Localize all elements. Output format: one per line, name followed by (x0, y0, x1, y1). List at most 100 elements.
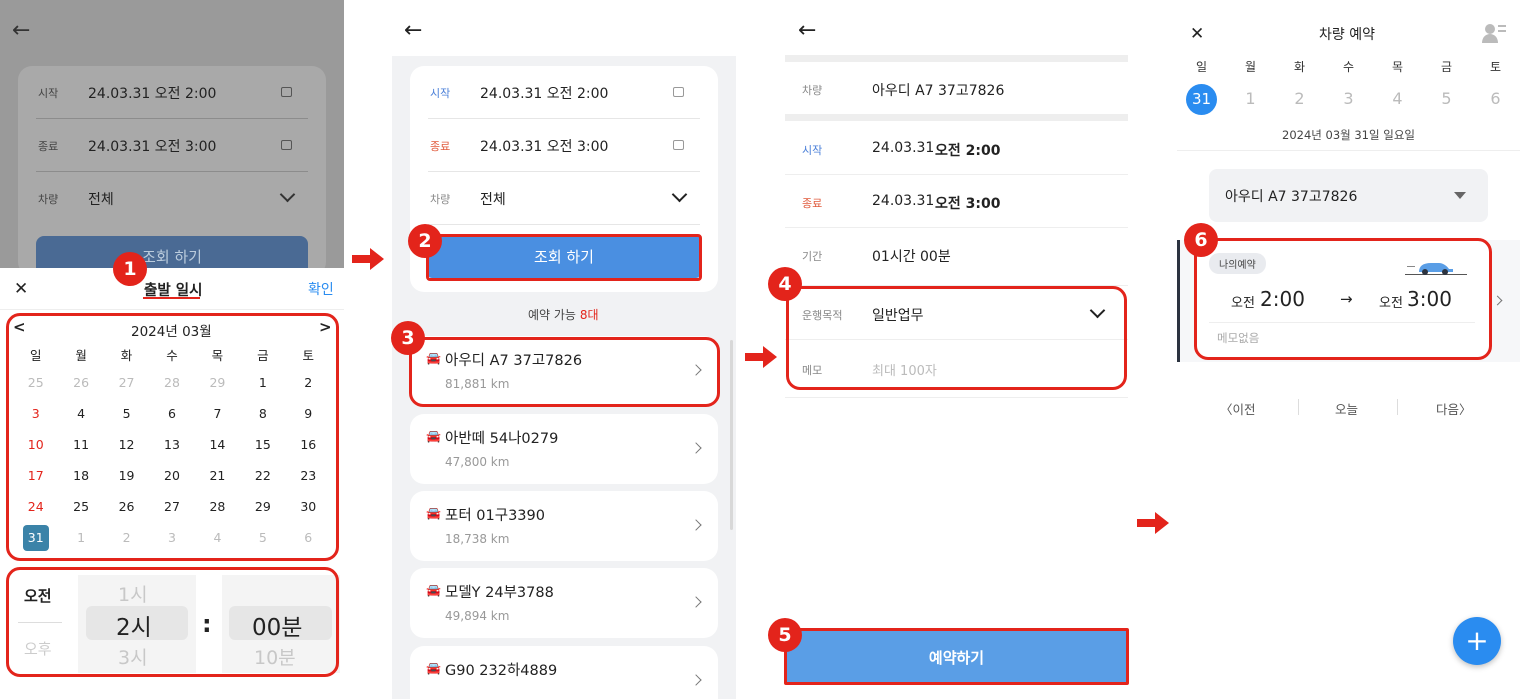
duration-value: 01시간 00분 (872, 249, 951, 265)
duration-label: 기간 (802, 250, 823, 263)
car-card[interactable]: 🚘 G90 232하4889 (410, 646, 718, 699)
chevron-right-icon: 〉 (1459, 402, 1472, 417)
flow-arrow-icon (1137, 512, 1169, 534)
weekday-label: 월 (1244, 60, 1257, 74)
divider (785, 174, 1128, 175)
title-underline (143, 297, 200, 299)
divider (1298, 399, 1299, 415)
highlight-purpose-memo (786, 286, 1127, 390)
highlight-reservation-card (1194, 238, 1492, 360)
chevron-left-icon: 〈 (1220, 402, 1233, 417)
divider (428, 118, 700, 119)
car-value: 아우디 A7 37고7826 (872, 83, 1005, 99)
highlight-search-button (426, 234, 702, 281)
panel-date-picker: ← 시작 24.03.31 오전 2:00 종료 24.03.31 오전 3:0… (0, 0, 344, 699)
week-date[interactable]: 4 (1373, 82, 1422, 115)
end-value[interactable]: 24.03.31 오전 3:00 (88, 136, 216, 156)
close-icon[interactable]: ✕ (1190, 24, 1204, 44)
search-button-label: 조회 하기 (142, 248, 202, 266)
weekday-label: 토 (1489, 60, 1502, 74)
calendar-icon[interactable] (673, 140, 684, 150)
confirm-button[interactable]: 확인 (308, 279, 334, 299)
page-title: 차량 예약 (1319, 27, 1375, 43)
next-button[interactable]: 다음〉 (1436, 399, 1472, 418)
start-value[interactable]: 24.03.31 오전 2:00 (480, 83, 608, 103)
weekday-label: 화 (1293, 60, 1306, 74)
car-label: 차량 (802, 84, 823, 97)
step-badge-4: 4 (768, 267, 802, 301)
today-button[interactable]: 오늘 (1335, 399, 1358, 418)
step-badge-1: 1 (113, 252, 147, 286)
week-date[interactable]: 5 (1422, 82, 1471, 115)
car-icon: 🚘 (426, 661, 441, 675)
car-name: 아반떼 54나0279 (445, 431, 559, 447)
weekday-label: 일 (1195, 60, 1208, 74)
divider (785, 227, 1128, 228)
end-date: 24.03.31 (872, 193, 935, 209)
car-icon: 🚘 (426, 506, 441, 520)
divider (36, 118, 308, 119)
person-list-icon[interactable] (1482, 22, 1506, 44)
calendar-icon[interactable] (281, 140, 292, 150)
start-date: 24.03.31 (872, 140, 935, 156)
week-date[interactable]: 31 (1177, 82, 1226, 115)
divider (36, 171, 308, 172)
chevron-right-icon (690, 596, 702, 608)
section-divider (785, 114, 1128, 121)
week-date[interactable]: 3 (1324, 82, 1373, 115)
week-date[interactable]: 6 (1471, 82, 1520, 115)
chevron-right-icon (690, 674, 702, 686)
end-label: 종료 (38, 140, 59, 153)
car-label: 차량 (38, 193, 59, 206)
selected-date: 31 (1186, 84, 1217, 115)
car-icon: 🚘 (426, 429, 441, 443)
calendar-icon[interactable] (281, 87, 292, 97)
start-time: 오전 2:00 (935, 143, 1001, 159)
week-date[interactable]: 1 (1226, 82, 1275, 115)
start-value[interactable]: 24.03.31 오전 2:00 (88, 83, 216, 103)
back-arrow-icon[interactable]: ← (798, 18, 816, 43)
highlight-reserve-button (784, 628, 1129, 685)
available-label: 예약 가능 (528, 308, 576, 322)
back-arrow-icon[interactable]: ← (404, 18, 422, 43)
end-value[interactable]: 24.03.31 오전 3:00 (480, 136, 608, 156)
close-icon[interactable]: ✕ (14, 279, 28, 299)
start-label: 시작 (38, 87, 59, 100)
car-km: 49,894 km (445, 609, 510, 623)
plus-icon: + (1465, 624, 1489, 657)
step-badge-3: 3 (391, 321, 425, 355)
car-value[interactable]: 전체 (88, 189, 114, 209)
end-label: 종료 (430, 140, 451, 153)
flow-arrow-icon (352, 248, 384, 270)
flow-arrow-icon (745, 346, 777, 368)
car-card[interactable]: 🚘 아반떼 54나0279 47,800 km (410, 414, 718, 484)
section-divider (785, 55, 1128, 62)
car-value[interactable]: 전체 (480, 189, 506, 209)
dropdown-triangle-icon (1454, 192, 1466, 199)
car-label: 차량 (430, 193, 451, 206)
prev-button[interactable]: 〈이전 (1220, 399, 1256, 418)
highlight-calendar (6, 313, 339, 561)
weekday-label: 목 (1391, 60, 1404, 74)
week-date[interactable]: 2 (1275, 82, 1324, 115)
start-label: 시작 (430, 87, 451, 100)
car-card[interactable]: 🚘 포터 01구3390 18,738 km (410, 491, 718, 561)
divider (1177, 150, 1520, 151)
weekday-label: 수 (1342, 60, 1355, 74)
end-time: 오전 3:00 (935, 196, 1001, 212)
start-label: 시작 (802, 144, 823, 157)
back-arrow-icon[interactable]: ← (12, 18, 30, 43)
calendar-icon[interactable] (673, 87, 684, 97)
weekday-label: 금 (1440, 60, 1453, 74)
divider (428, 171, 700, 172)
car-card[interactable]: 🚘 모델Y 24부3788 49,894 km (410, 568, 718, 638)
end-label: 종료 (802, 197, 823, 210)
scrollbar[interactable] (730, 340, 733, 530)
week-dates: 31 1 2 3 4 5 6 (1177, 82, 1520, 115)
step-badge-2: 2 (408, 224, 442, 258)
car-name: G90 232하4889 (445, 663, 558, 679)
step-badge-6: 6 (1184, 223, 1218, 257)
car-name: 포터 01구3390 (445, 508, 545, 524)
chevron-right-icon (690, 442, 702, 454)
step-badge-5: 5 (768, 618, 802, 652)
